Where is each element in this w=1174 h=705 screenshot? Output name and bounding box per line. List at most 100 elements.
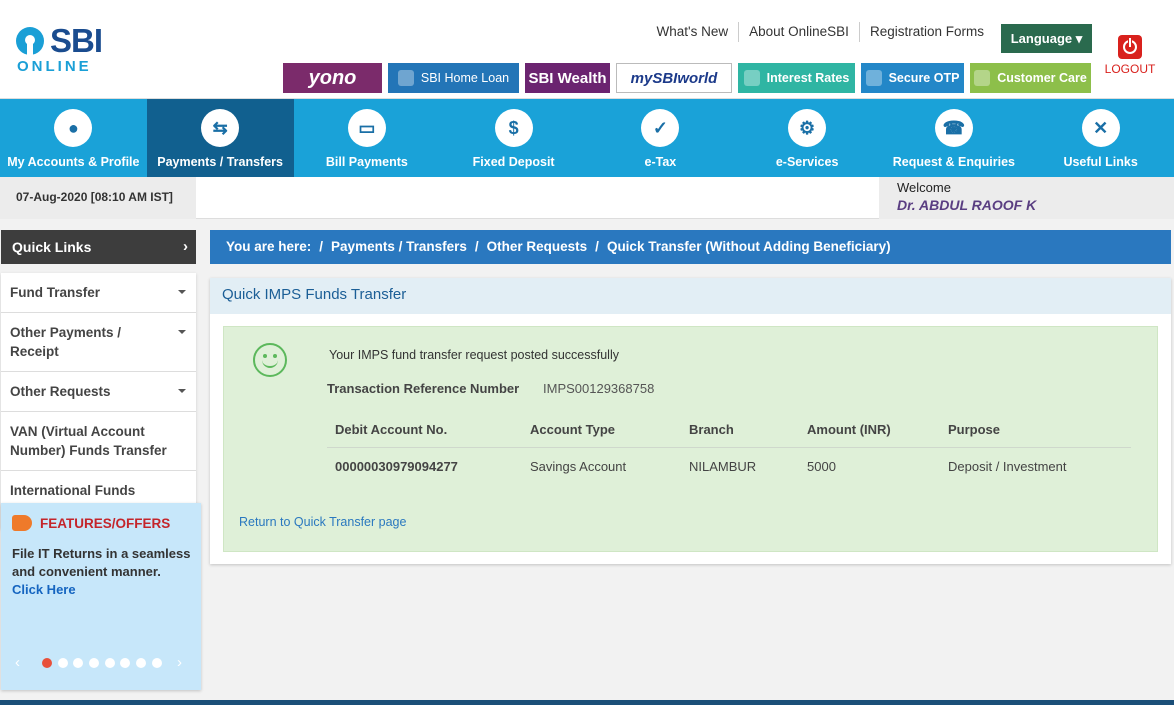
- panel-title: Quick IMPS Funds Transfer: [210, 278, 1171, 314]
- main-nav: ● My Accounts & Profile ⇆ Payments / Tra…: [0, 99, 1174, 177]
- customer-care-label: Customer Care: [997, 71, 1087, 85]
- amount-value: 5000: [807, 459, 836, 474]
- sbi-wealth-label: SBI Wealth: [528, 69, 607, 87]
- mysbiworld-label: mySBIworld: [630, 69, 718, 87]
- sidebar-item-label: Fund Transfer: [10, 285, 101, 300]
- sidebar-item-fund-transfer[interactable]: Fund Transfer: [1, 273, 196, 313]
- sidebar-item-other-payments[interactable]: Other Payments / Receipt: [1, 313, 196, 372]
- breadcrumb-separator: /: [319, 239, 324, 254]
- quick-links-header[interactable]: Quick Links ›: [1, 230, 196, 264]
- column-amount: Amount (INR): [807, 422, 891, 437]
- breadcrumb-prefix: You are here:: [226, 239, 312, 254]
- user-name: Dr. ABDUL RAOOF K: [897, 197, 1037, 213]
- carousel-dot[interactable]: [42, 658, 52, 668]
- quick-links-menu: Fund Transfer Other Payments / Receipt O…: [1, 273, 196, 529]
- top-links: What's New About OnlineSBI Registration …: [647, 22, 994, 42]
- carousel-nav: ‹ ›: [15, 653, 190, 673]
- success-box: Your IMPS fund transfer request posted s…: [223, 326, 1158, 552]
- return-to-quick-transfer-link[interactable]: Return to Quick Transfer page: [239, 515, 406, 529]
- header: SBI ONLINE What's New About OnlineSBI Re…: [0, 0, 1174, 99]
- success-message: Your IMPS fund transfer request posted s…: [329, 348, 619, 362]
- reference-value: IMPS00129368758: [543, 381, 655, 396]
- transfer-result-panel: Quick IMPS Funds Transfer Your IMPS fund…: [210, 278, 1171, 564]
- offers-body: File IT Returns in a seamless and conven…: [12, 546, 191, 579]
- sidebar-item-label: Other Payments / Receipt: [10, 325, 122, 359]
- about-onlinesbi-link[interactable]: About OnlineSBI: [738, 22, 859, 42]
- nav-e-services[interactable]: ⚙ e-Services: [734, 99, 881, 177]
- sidebar-item-label: Other Requests: [10, 384, 111, 399]
- carousel-dot[interactable]: [136, 658, 147, 668]
- breadcrumb-current: Quick Transfer (Without Adding Beneficia…: [606, 239, 891, 254]
- nav-label: e-Tax: [644, 155, 677, 169]
- caret-down-icon: [178, 290, 186, 294]
- sbi-wealth-banner[interactable]: SBI Wealth: [525, 63, 610, 93]
- nav-fixed-deposit[interactable]: $ Fixed Deposit: [440, 99, 587, 177]
- nav-my-accounts[interactable]: ● My Accounts & Profile: [0, 99, 147, 177]
- nav-label: My Accounts & Profile: [7, 155, 140, 169]
- percent-icon: [743, 70, 760, 86]
- interest-rates-button[interactable]: Interest Rates: [738, 63, 855, 93]
- interest-rates-label: Interest Rates: [766, 71, 850, 85]
- column-debit-account: Debit Account No.: [335, 422, 448, 437]
- links-icon: ✕: [1081, 109, 1120, 147]
- quick-links-title: Quick Links: [12, 239, 92, 255]
- column-account-type: Account Type: [530, 422, 615, 437]
- column-purpose: Purpose: [948, 422, 1001, 437]
- chevron-right-icon[interactable]: ›: [177, 654, 182, 671]
- nav-label: Request & Enquiries: [892, 155, 1015, 169]
- sbi-online-logo[interactable]: SBI ONLINE: [16, 24, 116, 76]
- secure-otp-label: Secure OTP: [888, 71, 960, 85]
- caret-down-icon: ▾: [1075, 31, 1083, 46]
- caret-down-icon: [178, 330, 186, 334]
- breadcrumb-separator: /: [474, 239, 479, 254]
- nav-label: Payments / Transfers: [157, 155, 283, 169]
- nav-request-enquiries[interactable]: ☎ Request & Enquiries: [881, 99, 1028, 177]
- language-dropdown[interactable]: Language ▾: [1001, 24, 1092, 53]
- chevron-right-icon: ›: [183, 238, 188, 255]
- offers-text: File IT Returns in a seamless and conven…: [12, 545, 192, 599]
- breadcrumb: You are here: / Payments / Transfers / O…: [210, 230, 1171, 264]
- deposit-icon: $: [494, 109, 533, 147]
- carousel-dot[interactable]: [89, 658, 100, 668]
- registration-forms-link[interactable]: Registration Forms: [858, 22, 994, 42]
- nav-label: Useful Links: [1063, 155, 1138, 169]
- carousel-dot[interactable]: [73, 658, 84, 668]
- carousel-dot[interactable]: [120, 658, 131, 668]
- carousel-dot[interactable]: [104, 658, 115, 668]
- logout-button[interactable]: LOGOUT: [1102, 35, 1158, 76]
- nav-useful-links[interactable]: ✕ Useful Links: [1027, 99, 1174, 177]
- carousel-dot[interactable]: [151, 658, 162, 668]
- welcome-label: Welcome: [897, 180, 951, 195]
- nav-bill-payments[interactable]: ▭ Bill Payments: [294, 99, 441, 177]
- sidebar-item-other-requests[interactable]: Other Requests: [1, 372, 196, 412]
- yono-banner[interactable]: yono: [283, 63, 382, 93]
- column-branch: Branch: [689, 422, 734, 437]
- sidebar-item-van-transfer[interactable]: VAN (Virtual Account Number) Funds Trans…: [1, 412, 196, 471]
- yono-label: yono: [308, 66, 357, 89]
- chevron-left-icon[interactable]: ‹: [15, 654, 20, 671]
- house-icon: [397, 70, 414, 86]
- nav-payments-transfers[interactable]: ⇆ Payments / Transfers: [146, 99, 294, 177]
- mysbiworld-banner[interactable]: mySBIworld: [616, 63, 732, 93]
- services-icon: ⚙: [788, 109, 827, 147]
- home-loan-banner[interactable]: SBI Home Loan: [388, 63, 519, 93]
- carousel-dot[interactable]: [57, 658, 68, 668]
- welcome-box: Welcome Dr. ABDUL RAOOF K: [879, 177, 1174, 219]
- card-icon: ▭: [347, 109, 386, 147]
- breadcrumb-payments[interactable]: Payments / Transfers: [331, 239, 467, 264]
- tag-icon: [12, 515, 32, 531]
- offers-title: FEATURES/OFFERS: [12, 515, 170, 531]
- secure-otp-button[interactable]: Secure OTP: [861, 63, 964, 93]
- account-type-value: Savings Account: [530, 459, 627, 474]
- breadcrumb-other-requests[interactable]: Other Requests: [487, 239, 588, 264]
- click-here-link[interactable]: Click Here: [12, 582, 76, 597]
- offers-title-text: FEATURES/OFFERS: [40, 516, 171, 531]
- customer-care-button[interactable]: Customer Care: [970, 63, 1091, 93]
- power-icon: [1118, 35, 1142, 59]
- debit-account-value: 00000030979094277: [335, 459, 458, 474]
- breadcrumb-separator: /: [595, 239, 599, 254]
- lock-icon: [865, 70, 882, 86]
- nav-e-tax[interactable]: ✓ e-Tax: [587, 99, 734, 177]
- whats-new-link[interactable]: What's New: [647, 22, 739, 42]
- session-datetime: 07-Aug-2020 [08:10 AM IST]: [0, 177, 196, 219]
